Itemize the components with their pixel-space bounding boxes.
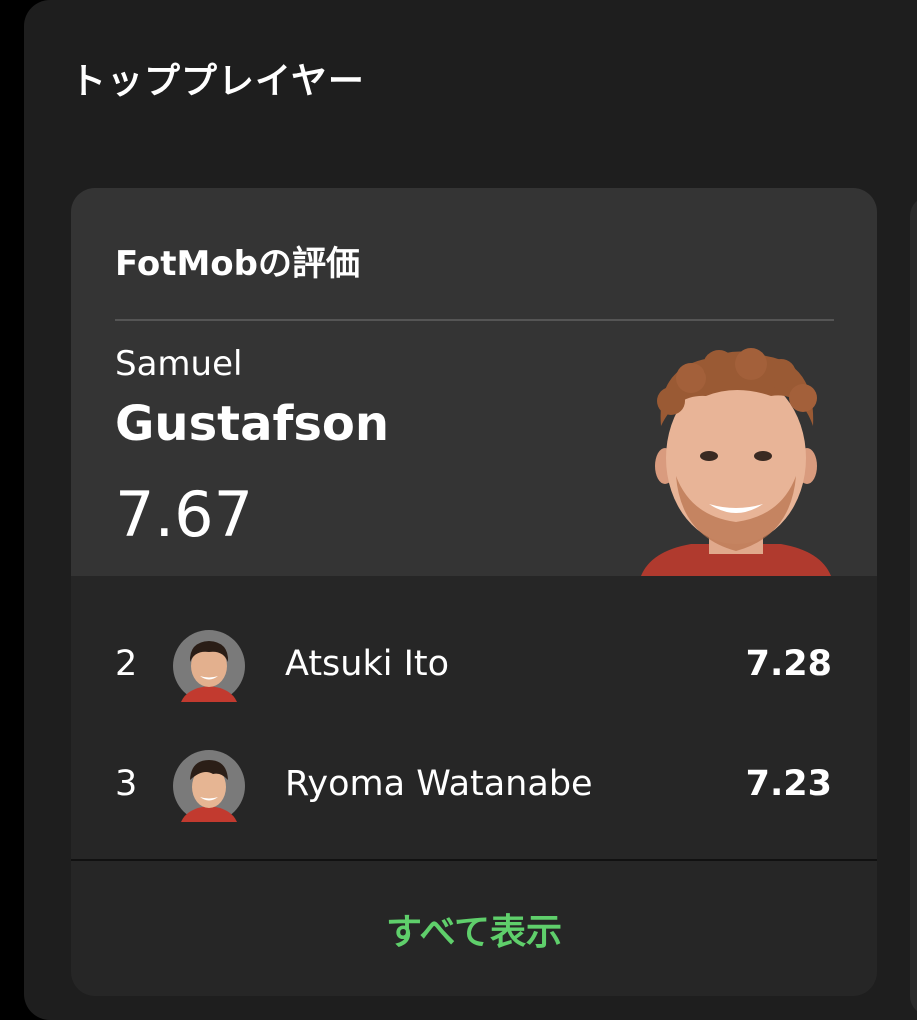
player-name: Atsuki Ito	[285, 644, 450, 684]
eye-right	[754, 451, 772, 461]
player-rating: 7.23	[745, 764, 832, 804]
top-player-section[interactable]: FotMobの評価 Samuel Gustafson 7.67	[71, 188, 877, 576]
ranking-row[interactable]: 2 Atsuki Ito 7.28	[71, 626, 877, 706]
player-name: Ryoma Watanabe	[285, 764, 593, 804]
card-title: FotMobの評価	[115, 244, 360, 284]
top-player-last-name: Gustafson	[115, 396, 390, 452]
rank-number: 3	[115, 764, 138, 804]
fotmob-rating-card[interactable]: FotMobの評価 Samuel Gustafson 7.67 2 Atsuki…	[71, 188, 877, 996]
next-card-edge[interactable]	[910, 196, 917, 1016]
card-divider	[115, 319, 834, 321]
top-player-first-name: Samuel	[115, 344, 243, 384]
player-photo-icon	[641, 348, 831, 576]
top-player-rating: 7.67	[115, 478, 254, 551]
player-rating: 7.28	[745, 644, 832, 684]
eye-left	[700, 451, 718, 461]
show-all-button[interactable]: すべて表示	[71, 861, 877, 996]
ranking-row[interactable]: 3 Ryoma Watanabe 7.23	[71, 746, 877, 826]
rank-number: 2	[115, 644, 138, 684]
section-title: トッププレイヤー	[70, 61, 365, 102]
player-avatar-icon	[173, 630, 245, 702]
player-avatar-icon	[173, 750, 245, 822]
